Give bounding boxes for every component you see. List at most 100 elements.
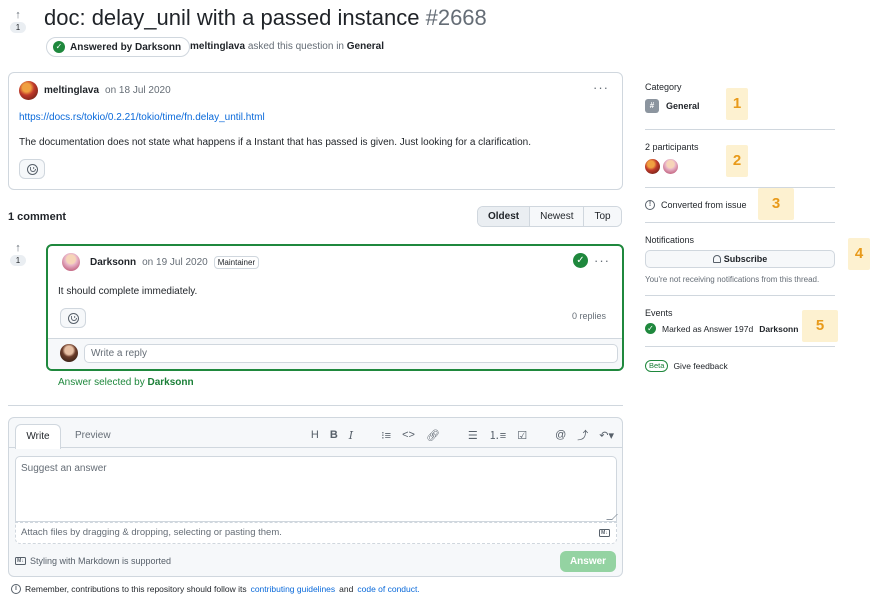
page-title: doc: delay_unil with a passed instance #…	[44, 4, 487, 32]
vote-count: 1	[10, 255, 26, 266]
event-text: Marked as Answer 197d	[662, 323, 754, 334]
category-link[interactable]: General	[347, 41, 384, 52]
answered-label: Answered by Darksonn	[70, 41, 182, 53]
reply-row: Write a reply	[48, 338, 622, 369]
discussion-title: doc: delay_unil with a passed instance	[44, 5, 420, 30]
category-heading: Category	[645, 82, 682, 92]
notifications-note: You're not receiving notifications from …	[645, 275, 820, 284]
submit-answer-button[interactable]: Answer	[560, 551, 616, 572]
issue-icon: !	[645, 200, 655, 210]
subscribe-label: Subscribe	[723, 254, 768, 264]
feedback-row[interactable]: Beta Give feedback	[645, 360, 728, 372]
divider	[645, 129, 835, 130]
replies-count[interactable]: 0 replies	[572, 311, 606, 321]
check-circle-icon: ✓	[645, 323, 656, 334]
footer-prefix: Remember, contributions to this reposito…	[25, 584, 247, 594]
contributing-guidelines-link[interactable]: contributing guidelines	[251, 584, 336, 594]
more-options-icon[interactable]: ···	[594, 254, 610, 267]
bullet-list-icon[interactable]: ☰	[468, 429, 478, 442]
add-reaction-button[interactable]	[19, 159, 45, 179]
divider	[645, 295, 835, 296]
post-date[interactable]: on 18 Jul 2020	[105, 85, 171, 96]
task-list-icon[interactable]: ☑	[517, 429, 527, 442]
markdown-note[interactable]: M↓ Styling with Markdown is supported	[15, 556, 171, 566]
add-reaction-button[interactable]	[60, 308, 86, 328]
post-link[interactable]: https://docs.rs/tokio/0.2.21/tokio/time/…	[19, 112, 265, 123]
maintainer-badge: Maintainer	[213, 255, 260, 269]
reply-icon[interactable]: ↶▾	[599, 429, 614, 442]
converted-text: Converted from issue	[661, 200, 747, 210]
sort-oldest[interactable]: Oldest	[478, 207, 530, 226]
code-of-conduct-link[interactable]: code of conduct.	[357, 584, 419, 594]
answer-selected-user[interactable]: Darksonn	[148, 377, 194, 388]
sort-toggle: Oldest Newest Top	[477, 206, 622, 227]
callout-badge: 5	[802, 310, 838, 342]
vote-count: 1	[10, 22, 26, 33]
sort-newest[interactable]: Newest	[529, 207, 584, 226]
italic-icon[interactable]: I	[349, 429, 353, 442]
category-label: General	[666, 101, 700, 111]
comment-count: 1 comment	[8, 211, 67, 223]
markdown-icon: M↓	[15, 557, 26, 565]
divider	[645, 346, 835, 347]
reference-icon[interactable]: ⤴	[577, 427, 588, 443]
avatar[interactable]	[663, 159, 678, 174]
participants-list	[645, 159, 678, 174]
quote-icon[interactable]: ⁝≡	[381, 429, 391, 442]
avatar[interactable]	[62, 253, 80, 271]
event-user[interactable]: Darksonn	[759, 324, 798, 334]
original-post: meltinglava on 18 Jul 2020 ··· https://d…	[8, 72, 623, 190]
answered-badge[interactable]: ✓ Answered by Darksonn	[46, 37, 191, 57]
answer-date[interactable]: on 19 Jul 2020	[142, 257, 208, 268]
asker-link[interactable]: meltinglava	[190, 41, 245, 52]
avatar	[60, 344, 78, 362]
footer-and: and	[339, 584, 354, 594]
mention-icon[interactable]: @	[555, 429, 566, 441]
discussion-number: #2668	[425, 5, 487, 30]
answer-editor: Write Preview H B I ⁝≡ <> 🔗︎ ☰ ⒈≡ ☑ @ ⤴ …	[8, 417, 623, 577]
attach-text: Attach files by dragging & dropping, sel…	[21, 527, 282, 538]
code-icon[interactable]: <>	[402, 429, 415, 441]
markdown-icon: M↓	[599, 529, 610, 537]
tab-preview[interactable]: Preview	[75, 430, 111, 441]
contribution-note: i Remember, contributions to this reposi…	[11, 584, 420, 594]
answer-comment: Darksonn on 19 Jul 2020 Maintainer ✓ ···…	[46, 244, 624, 371]
callout-badge: 4	[848, 238, 870, 270]
reply-input[interactable]: Write a reply	[84, 344, 618, 363]
callout-badge: 2	[726, 145, 748, 177]
tab-write[interactable]: Write	[15, 424, 61, 449]
event-item: ✓ Marked as Answer 197d Darksonn	[645, 323, 798, 334]
converted-from-issue[interactable]: ! Converted from issue	[645, 200, 747, 210]
events-heading: Events	[645, 308, 673, 318]
smiley-icon	[67, 312, 79, 324]
discussion-vote[interactable]: ↑ 1	[10, 10, 26, 33]
link-icon[interactable]: 🔗︎	[426, 429, 440, 442]
asked-text: asked this question in	[247, 41, 344, 52]
heading-icon[interactable]: H	[311, 429, 319, 441]
avatar[interactable]	[645, 159, 660, 174]
answer-selected-note: Answer selected by Darksonn	[58, 377, 194, 388]
info-icon: i	[11, 584, 21, 594]
participants-heading: 2 participants	[645, 142, 699, 152]
feedback-link[interactable]: Give feedback	[673, 361, 727, 371]
attach-files-area[interactable]: Attach files by dragging & dropping, sel…	[15, 522, 617, 544]
answer-vote[interactable]: ↑ 1	[10, 243, 26, 266]
notifications-heading: Notifications	[645, 235, 695, 245]
post-author[interactable]: meltinglava	[44, 85, 99, 96]
bold-icon[interactable]: B	[330, 429, 338, 441]
upvote-arrow-icon[interactable]: ↑	[10, 10, 26, 21]
markdown-toolbar: H B I ⁝≡ <> 🔗︎ ☰ ⒈≡ ☑ @ ⤴ ↶▾	[311, 427, 614, 443]
beta-badge: Beta	[645, 360, 669, 372]
markdown-note-text: Styling with Markdown is supported	[30, 556, 172, 566]
editor-tabs: Write Preview H B I ⁝≡ <> 🔗︎ ☰ ⒈≡ ☑ @ ⤴ …	[9, 418, 622, 449]
post-body: The documentation does not state what ha…	[19, 137, 531, 148]
numbered-list-icon[interactable]: ⒈≡	[489, 427, 506, 443]
sort-top[interactable]: Top	[583, 207, 621, 226]
category-value[interactable]: General	[645, 99, 700, 113]
avatar[interactable]	[19, 81, 38, 100]
answer-textarea[interactable]: Suggest an answer	[15, 456, 617, 522]
more-options-icon[interactable]: ···	[593, 81, 609, 94]
answer-author[interactable]: Darksonn	[90, 257, 136, 268]
subscribe-button[interactable]: Subscribe	[645, 250, 835, 268]
upvote-arrow-icon[interactable]: ↑	[10, 243, 26, 254]
